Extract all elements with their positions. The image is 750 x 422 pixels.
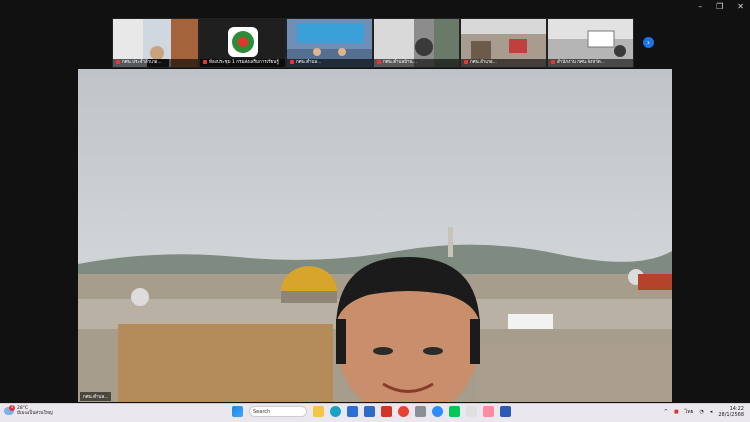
- line-icon[interactable]: [449, 406, 460, 417]
- main-video: กศน.ตำบล...: [78, 69, 672, 402]
- mic-muted-icon: [203, 59, 207, 64]
- volume-icon[interactable]: ◂: [710, 409, 713, 415]
- camera-icon[interactable]: [415, 406, 426, 417]
- participant-name: กศน.อำเภอ...: [470, 60, 497, 65]
- participant-strip: กศน.ประจำอำเภอ... ห้องประชุม 1 กรมส่งเสร…: [112, 18, 634, 68]
- mic-muted-icon: [464, 59, 468, 64]
- wifi-icon[interactable]: ◔: [699, 409, 703, 415]
- mic-muted-icon: [290, 59, 294, 64]
- participant-name: ห้องประชุม 1 กรมส่งเสริมการเรียนรู้: [209, 60, 279, 65]
- notification-badge: 1: [9, 405, 15, 411]
- participant-name: กศน.ประจำอำเภอ...: [122, 60, 162, 65]
- word-icon[interactable]: [500, 406, 511, 417]
- participant-name: สำนักงาน กศน.จังหวัด...: [557, 60, 605, 65]
- weather-widget[interactable]: 1 28°C มีเมฆเป็นส่วนใหญ่: [4, 405, 53, 416]
- settings-icon[interactable]: [466, 406, 477, 417]
- chevron-up-icon[interactable]: ^: [664, 409, 668, 415]
- clock[interactable]: 14:22 28/1/2568: [718, 406, 744, 418]
- participant-tile[interactable]: กศน.อำเภอ...: [460, 18, 547, 68]
- close-button[interactable]: ✕: [737, 2, 744, 11]
- store-icon[interactable]: [347, 406, 358, 417]
- taskbar-apps: Search: [232, 406, 511, 417]
- minimize-button[interactable]: –: [698, 2, 702, 11]
- system-tray: ^ ■ ไทย ◔ ◂ 14:22 28/1/2568: [664, 406, 744, 418]
- language-indicator[interactable]: ไทย: [685, 408, 694, 416]
- participant-name: กศน.ตำบล...: [296, 60, 322, 65]
- weather-desc: มีเมฆเป็นส่วนใหญ่: [17, 411, 53, 416]
- speaker-name-tag: กศน.ตำบล...: [80, 392, 112, 401]
- zoom-icon[interactable]: [432, 406, 443, 417]
- screen-share-icon[interactable]: [483, 406, 494, 417]
- edge-icon[interactable]: [330, 406, 341, 417]
- participant-name: กศน.ตำบลบ้าน...: [383, 60, 417, 65]
- participant-tile[interactable]: กศน.ตำบลบ้าน...: [373, 18, 460, 68]
- mic-muted-icon: [377, 59, 381, 64]
- clock-date: 28/1/2568: [718, 412, 744, 418]
- participant-tile[interactable]: กศน.ตำบล...: [286, 18, 373, 68]
- restore-button[interactable]: ❐: [716, 2, 723, 11]
- photos-icon[interactable]: [364, 406, 375, 417]
- video-feed: [78, 69, 672, 402]
- next-page-icon[interactable]: ›: [643, 37, 654, 48]
- taskbar: 1 28°C มีเมฆเป็นส่วนใหญ่ Search ^ ■ ไทย ◔…: [0, 403, 750, 422]
- security-icon[interactable]: ■: [674, 409, 679, 415]
- mic-muted-icon: [116, 59, 120, 64]
- file-explorer-icon[interactable]: [313, 406, 324, 417]
- participant-tile[interactable]: กศน.ประจำอำเภอ...: [112, 18, 199, 68]
- mail-icon[interactable]: [381, 406, 392, 417]
- mic-muted-icon: [551, 59, 555, 64]
- search-box[interactable]: Search: [249, 406, 307, 417]
- participant-tile[interactable]: สำนักงาน กศน.จังหวัด...: [547, 18, 634, 68]
- window-controls: – ❐ ✕: [698, 2, 744, 11]
- windows-start-icon[interactable]: [232, 406, 243, 417]
- participant-tile[interactable]: ห้องประชุม 1 กรมส่งเสริมการเรียนรู้: [199, 18, 286, 68]
- chrome-icon[interactable]: [398, 406, 409, 417]
- search-label: Search: [253, 409, 271, 415]
